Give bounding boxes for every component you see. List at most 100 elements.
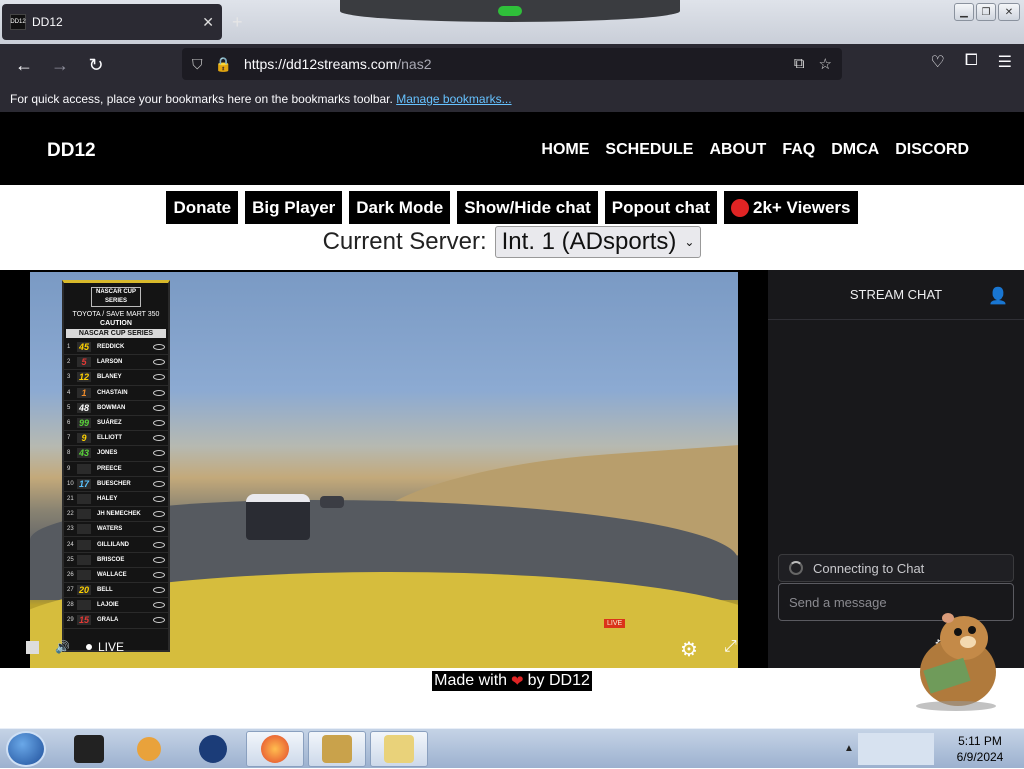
driver-name: JONES — [97, 450, 118, 457]
driver-name: SUÁREZ — [97, 420, 122, 427]
leaderboard-row: 22 JH NEMECHEK — [64, 507, 168, 523]
driver-name: HALEY — [97, 495, 118, 502]
restore-window-icon[interactable]: ❐ — [976, 3, 996, 21]
fullscreen-icon[interactable]: ⤢ — [724, 638, 737, 656]
nascar-logo: NASCAR CUP SERIES — [91, 287, 141, 307]
server-selected-value: Int. 1 (ADsports) — [501, 228, 677, 255]
manufacturer-logo-icon — [153, 450, 165, 457]
manufacturer-logo-icon — [153, 587, 165, 594]
live-indicator[interactable]: LIVE — [85, 640, 124, 654]
volume-icon[interactable]: 🔊 — [55, 640, 70, 654]
back-arrow-icon[interactable]: ← — [10, 51, 38, 79]
leaderboard-row: 3 12 BLANEY — [64, 370, 168, 386]
chat-input-placeholder: Send a message — [789, 594, 887, 610]
car-number — [77, 463, 91, 474]
show-hidden-icons-arrow-icon[interactable]: ▲ — [844, 743, 854, 754]
taskbar-item-explorer[interactable] — [60, 731, 118, 767]
car-number: 43 — [77, 448, 91, 459]
hamster-app-icon — [322, 735, 352, 763]
extensions-icon[interactable]: ⧠ — [965, 52, 978, 72]
manufacturer-logo-icon — [153, 511, 165, 518]
close-tab-icon[interactable]: ✕ — [202, 14, 214, 31]
video-car-distant — [320, 496, 344, 508]
browser-tab[interactable]: DD12 DD12 ✕ — [2, 4, 222, 40]
race-leaderboard: NASCAR CUP SERIES TOYOTA / SAVE MART 350… — [62, 280, 170, 652]
taskbar-item-media-player[interactable] — [120, 731, 178, 767]
manufacturer-logo-icon — [153, 602, 165, 609]
nav-faq[interactable]: FAQ — [782, 141, 815, 159]
leaderboard-position: 26 — [67, 571, 74, 578]
site-footer: Made with ❤ by DD12 — [0, 671, 1024, 691]
channel-live-tag: LIVE — [604, 619, 626, 628]
taskbar-item-folder[interactable] — [370, 731, 428, 767]
manufacturer-logo-icon — [153, 435, 165, 442]
channel-watermark: LIVE — [604, 616, 626, 628]
manufacturer-logo-icon — [153, 344, 165, 351]
lock-icon[interactable]: 🔒 — [215, 56, 232, 73]
nav-home[interactable]: HOME — [541, 141, 589, 159]
address-bar[interactable]: ⛉ 🔒 https://dd12streams.com/nas2 ⧉ ☆ — [182, 48, 842, 80]
nav-about[interactable]: ABOUT — [709, 141, 766, 159]
chat-header: STREAM CHAT 👤 — [768, 270, 1024, 320]
manufacturer-logo-icon — [153, 389, 165, 396]
forward-arrow-icon[interactable]: → — [46, 51, 74, 79]
system-tray: ▲ 5:11 PM 6/9/2024 — [840, 729, 1024, 769]
leaderboard-position: 4 — [67, 389, 71, 396]
manufacturer-logo-icon — [153, 374, 165, 381]
picture-in-picture-icon[interactable]: ⧉ — [794, 55, 805, 73]
tray-icons[interactable] — [858, 733, 934, 765]
donate-button[interactable]: Donate — [166, 191, 239, 224]
manage-bookmarks-link[interactable]: Manage bookmarks... — [396, 92, 511, 106]
driver-name: LAJOIE — [97, 602, 119, 609]
bookmarks-toolbar: For quick access, place your bookmarks h… — [0, 86, 1024, 112]
leaderboard-position: 23 — [67, 526, 74, 533]
leaderboard-row: 9 PREECE — [64, 462, 168, 477]
bookmark-star-icon[interactable]: ☆ — [819, 55, 832, 73]
dark-mode-button[interactable]: Dark Mode — [349, 191, 451, 224]
new-tab-icon[interactable]: + — [232, 12, 243, 33]
video-player[interactable]: NASCAR CUP SERIES TOYOTA / SAVE MART 350… — [30, 272, 738, 668]
taskbar-item-bonzi[interactable] — [308, 731, 366, 767]
driver-name: GILLILAND — [97, 541, 129, 548]
shield-icon[interactable]: ⛉ — [192, 56, 203, 73]
taskbar-item-firefox[interactable] — [246, 731, 304, 767]
menu-icon[interactable]: ☰ — [998, 52, 1012, 72]
bookmarks-hint: For quick access, place your bookmarks h… — [10, 92, 393, 106]
stop-icon[interactable] — [26, 640, 39, 654]
leaderboard-position: 10 — [67, 480, 74, 487]
system-clock[interactable]: 5:11 PM 6/9/2024 — [940, 733, 1020, 765]
leaderboard-position: 21 — [67, 495, 74, 502]
nav-schedule[interactable]: SCHEDULE — [605, 141, 693, 159]
leaderboard-position: 28 — [67, 602, 74, 609]
browser-titlebar: DD12 DD12 ✕ + ▁ ❐ ✕ — [0, 0, 1024, 44]
manufacturer-logo-icon — [153, 556, 165, 563]
reload-icon[interactable]: ↻ — [82, 51, 110, 79]
server-select[interactable]: Int. 1 (ADsports) ⌄ — [494, 226, 702, 258]
leaderboard-row: 6 99 SUÁREZ — [64, 416, 168, 432]
tab-title: DD12 — [32, 15, 63, 29]
car-number — [77, 539, 91, 550]
manufacturer-logo-icon — [153, 465, 165, 472]
browser-navbar: ← → ↻ ⛉ 🔒 https://dd12streams.com/nas2 ⧉… — [0, 44, 1024, 86]
driver-name: LARSON — [97, 359, 123, 366]
race-flag: CAUTION — [100, 320, 132, 327]
popout-chat-button[interactable]: Popout chat — [604, 191, 717, 224]
site-logo[interactable]: DD12 — [47, 140, 96, 162]
toolbar-right: ♡ ⧠ ☰ — [931, 52, 1013, 72]
show-hide-chat-button[interactable]: Show/Hide chat — [457, 191, 598, 224]
made-with-text: Made with ❤ by DD12 — [432, 671, 592, 691]
start-button-icon[interactable] — [6, 731, 46, 767]
nav-discord[interactable]: DISCORD — [895, 141, 969, 159]
close-window-icon[interactable]: ✕ — [998, 3, 1020, 21]
community-users-icon[interactable]: 👤 — [988, 286, 1008, 306]
minimize-window-icon[interactable]: ▁ — [954, 3, 974, 21]
video-settings-gear-icon[interactable]: ⚙ — [680, 637, 698, 662]
desktop-decoration — [340, 0, 680, 22]
nav-dmca[interactable]: DMCA — [831, 141, 879, 159]
pocket-icon[interactable]: ♡ — [931, 52, 945, 72]
video-race-car — [246, 494, 310, 540]
driver-name: GRALA — [97, 617, 119, 624]
taskbar-item-globe[interactable] — [184, 731, 242, 767]
big-player-button[interactable]: Big Player — [245, 191, 343, 224]
leaderboard-row: 8 43 JONES — [64, 446, 168, 462]
